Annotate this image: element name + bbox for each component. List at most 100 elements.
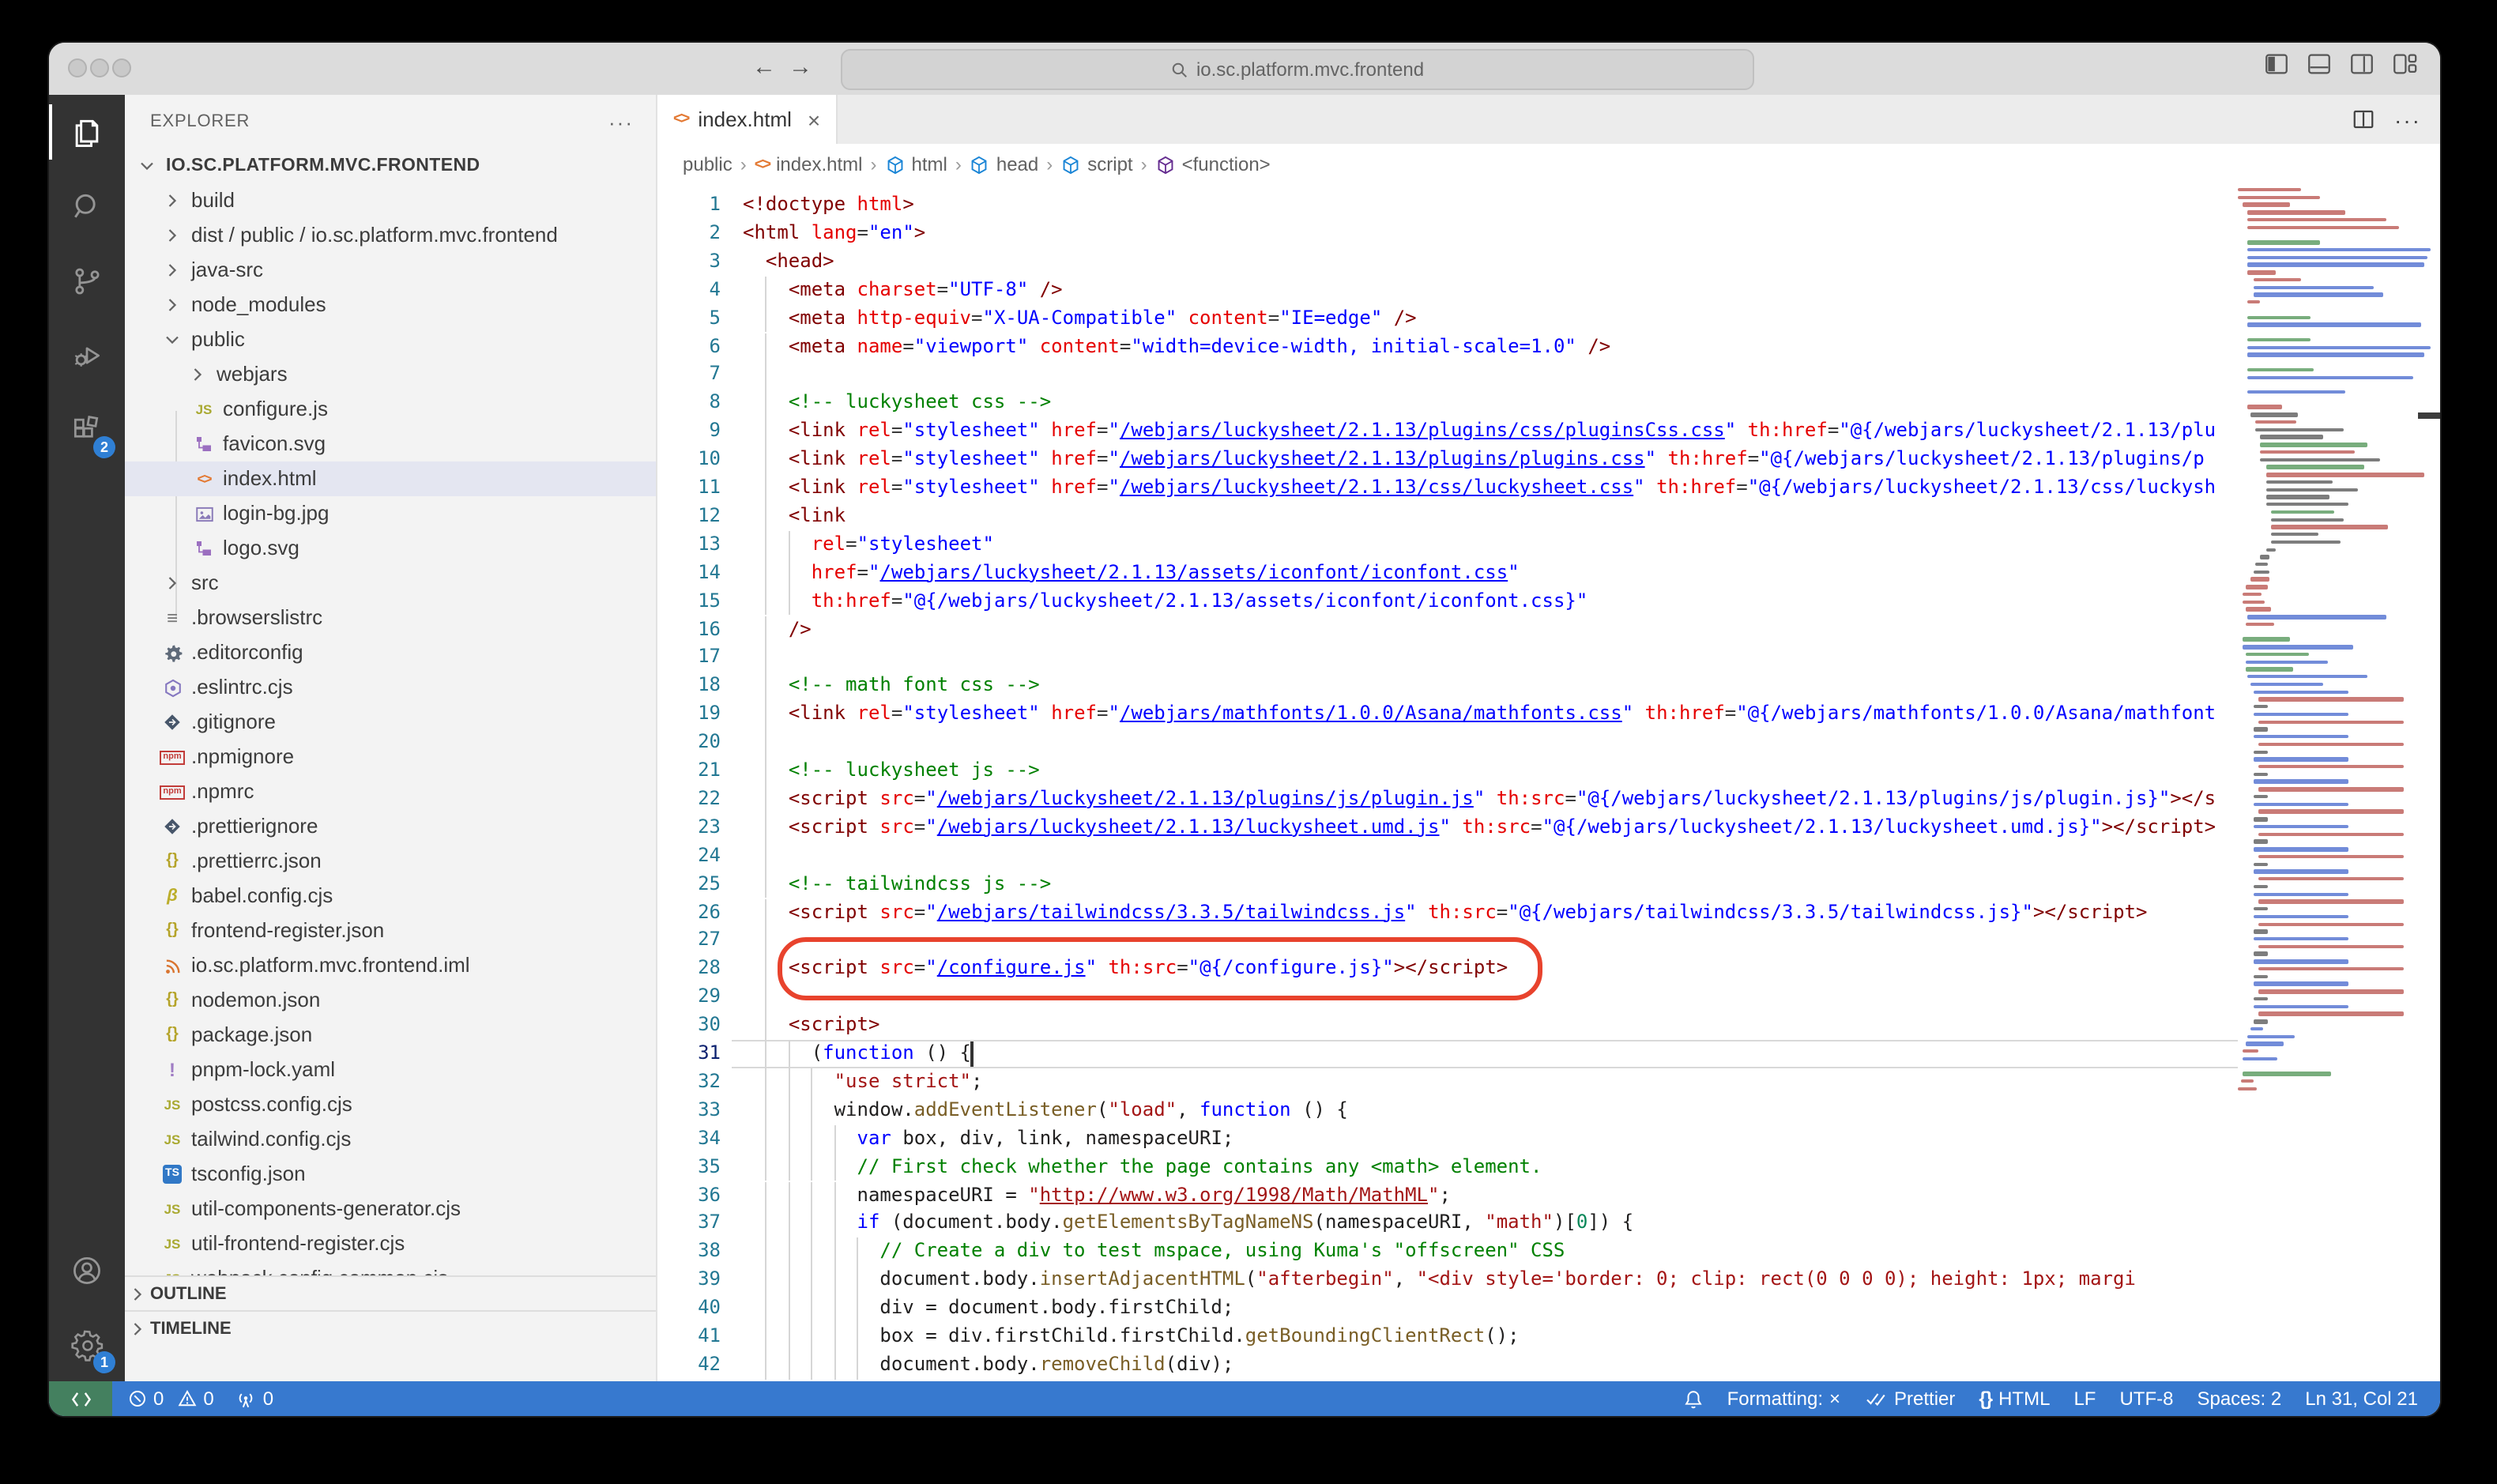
search-view-icon[interactable] — [49, 169, 125, 243]
html-file-icon: <> — [673, 111, 688, 128]
formatting-label: Formatting: — [1727, 1388, 1823, 1410]
double-check-icon — [1864, 1389, 1888, 1408]
minimize-window-button[interactable] — [90, 58, 109, 77]
tree-item-tsconfig.json[interactable]: TStsconfig.json — [125, 1157, 656, 1192]
code-line-6: 6 <meta name="viewport" content="width=d… — [657, 333, 2238, 361]
zoom-window-button[interactable] — [112, 58, 131, 77]
editor-more-actions-icon[interactable]: ··· — [2394, 107, 2421, 132]
tree-item-logo.svg[interactable]: logo.svg — [125, 531, 656, 566]
tree-item-.prettierignore[interactable]: .prettierignore — [125, 809, 656, 844]
code-line-7: 7 — [657, 361, 2238, 390]
tree-item-pnpm-lock.yaml[interactable]: !pnpm-lock.yaml — [125, 1053, 656, 1087]
timeline-section-header[interactable]: TIMELINE — [125, 1310, 656, 1347]
tree-item-frontend-register.json[interactable]: {}frontend-register.json — [125, 913, 656, 948]
breadcrumb-item-head[interactable]: head — [970, 153, 1038, 175]
close-window-button[interactable] — [68, 58, 87, 77]
tree-item-.npmrc[interactable]: npm.npmrc — [125, 774, 656, 809]
navigate-forward-icon[interactable]: → — [789, 52, 812, 84]
cursor-position-indicator[interactable]: Ln 31, Col 21 — [2305, 1388, 2418, 1410]
tree-item-.gitignore[interactable]: .gitignore — [125, 705, 656, 740]
tree-item-dist-public-io.sc.platform.mvc.frontend[interactable]: dist / public / io.sc.platform.mvc.front… — [125, 218, 656, 253]
code-line-25: 25 <!-- tailwindcss js --> — [657, 870, 2238, 898]
breadcrumb-item-public[interactable]: public — [683, 153, 733, 175]
formatting-status[interactable]: Formatting: × — [1727, 1388, 1840, 1410]
encoding-indicator[interactable]: UTF-8 — [2119, 1388, 2173, 1410]
tree-item-babel.config.cjs[interactable]: βbabel.config.cjs — [125, 879, 656, 913]
command-center-search[interactable]: io.sc.platform.mvc.frontend — [841, 49, 1754, 90]
code-line-19: 19 <link rel="stylesheet" href="/webjars… — [657, 700, 2238, 729]
breadcrumb-item-html[interactable]: html — [885, 153, 947, 175]
code-line-26: 26 <script src="/webjars/tailwindcss/3.3… — [657, 898, 2238, 927]
tree-item-configure.js[interactable]: JSconfigure.js — [125, 392, 656, 427]
ports-indicator[interactable]: 0 — [236, 1388, 273, 1410]
close-tab-icon[interactable]: × — [808, 107, 820, 132]
explorer-sidebar: EXPLORER ··· IO.SC.PLATFORM.MVC.FRONTEND… — [125, 95, 657, 1381]
breadcrumb-item-script[interactable]: script — [1060, 153, 1132, 175]
code-line-8: 8 <!-- luckysheet css --> — [657, 390, 2238, 418]
eol-indicator[interactable]: LF — [2073, 1388, 2096, 1410]
breadcrumb-item-index.html[interactable]: <>index.html — [755, 153, 863, 175]
tree-item-login-bg.jpg[interactable]: login-bg.jpg — [125, 496, 656, 531]
toggle-primary-sidebar-icon[interactable] — [2263, 51, 2290, 77]
tree-item-nodemon.json[interactable]: {}nodemon.json — [125, 983, 656, 1018]
navigate-back-icon[interactable]: ← — [752, 52, 776, 84]
tree-item-index.html[interactable]: <>index.html — [125, 461, 656, 496]
code-line-34: 34 var box, div, link, namespaceURI; — [657, 1124, 2238, 1153]
tree-item-util-frontend-register.cjs[interactable]: JSutil-frontend-register.cjs — [125, 1226, 656, 1261]
toggle-secondary-sidebar-icon[interactable] — [2348, 51, 2375, 77]
tree-item-util-components-generator.cjs[interactable]: JSutil-components-generator.cjs — [125, 1192, 656, 1226]
tree-item-.npmignore[interactable]: npm.npmignore — [125, 740, 656, 774]
split-editor-icon[interactable] — [2352, 107, 2375, 131]
code-editor[interactable]: 1<!doctype html>2<html lang="en">3 <head… — [657, 185, 2440, 1381]
settings-gear-icon[interactable]: 1 — [49, 1307, 125, 1381]
broadcast-icon — [236, 1388, 257, 1409]
accounts-icon[interactable] — [49, 1233, 125, 1307]
source-control-view-icon[interactable] — [49, 243, 125, 318]
language-mode[interactable]: {} HTML — [1979, 1388, 2050, 1410]
tree-item-.browserslistrc[interactable]: ≡.browserslistrc — [125, 601, 656, 635]
tree-item-build[interactable]: build — [125, 183, 656, 218]
code-line-12: 12 <link — [657, 503, 2238, 531]
code-line-41: 41 box = div.firstChild.firstChild.getBo… — [657, 1323, 2238, 1351]
tree-item-postcss.config.cjs[interactable]: JSpostcss.config.cjs — [125, 1087, 656, 1122]
warning-icon — [176, 1389, 197, 1408]
breadcrumb: public›<>index.html›html›head›script›<fu… — [657, 144, 2440, 185]
toggle-panel-icon[interactable] — [2306, 51, 2333, 77]
code-line-16: 16 /> — [657, 616, 2238, 644]
remote-indicator[interactable] — [49, 1381, 112, 1416]
tree-item-src[interactable]: src — [125, 566, 656, 601]
tree-item-.eslintrc.cjs[interactable]: .eslintrc.cjs — [125, 670, 656, 705]
error-icon — [128, 1389, 147, 1408]
tree-item-favicon.svg[interactable]: favicon.svg — [125, 427, 656, 461]
tree-item-io.sc.platform.mvc.frontend.iml[interactable]: io.sc.platform.mvc.frontend.iml — [125, 948, 656, 983]
explorer-more-actions-icon[interactable]: ··· — [608, 110, 634, 134]
editor-group: <> index.html × ··· public › <>index.html ›… — [657, 95, 2440, 1381]
customize-layout-icon[interactable] — [2391, 51, 2418, 77]
tab-index-html[interactable]: <> index.html × — [657, 95, 838, 144]
breadcrumb-item--function-[interactable]: <function> — [1155, 153, 1271, 175]
prettier-status[interactable]: Prettier — [1864, 1388, 1955, 1410]
indentation-indicator[interactable]: Spaces: 2 — [2197, 1388, 2281, 1410]
breadcrumb-separator-icon: › — [1046, 153, 1053, 175]
tree-item-webjars[interactable]: webjars — [125, 357, 656, 392]
tree-item-node-modules[interactable]: node_modules — [125, 288, 656, 322]
breadcrumb-separator-icon: › — [871, 153, 877, 175]
notifications-bell-icon[interactable] — [1683, 1388, 1704, 1409]
run-debug-view-icon[interactable] — [49, 318, 125, 392]
problems-indicator[interactable]: 0 0 — [128, 1388, 214, 1410]
minimap[interactable] — [2238, 185, 2434, 1381]
extensions-view-icon[interactable]: 2 — [49, 392, 125, 466]
code-line-9: 9 <link rel="stylesheet" href="/webjars/… — [657, 417, 2238, 446]
tree-item-io.sc.platform.mvc.frontend[interactable]: IO.SC.PLATFORM.MVC.FRONTEND — [125, 149, 656, 183]
explorer-title: EXPLORER — [150, 112, 250, 131]
tree-item-.editorconfig[interactable]: .editorconfig — [125, 635, 656, 670]
tree-item-.prettierrc.json[interactable]: {}.prettierrc.json — [125, 844, 656, 879]
screen: ← → io.sc.platform.mvc.frontend — [0, 0, 2497, 1484]
tree-item-tailwind.config.cjs[interactable]: JStailwind.config.cjs — [125, 1122, 656, 1157]
explorer-view-icon[interactable] — [49, 95, 125, 169]
code-line-33: 33 window.addEventListener("load", funct… — [657, 1097, 2238, 1125]
tree-item-package.json[interactable]: {}package.json — [125, 1018, 656, 1053]
tree-item-public[interactable]: public — [125, 322, 656, 357]
outline-section-header[interactable]: OUTLINE — [125, 1275, 656, 1312]
tree-item-java-src[interactable]: java-src — [125, 253, 656, 288]
